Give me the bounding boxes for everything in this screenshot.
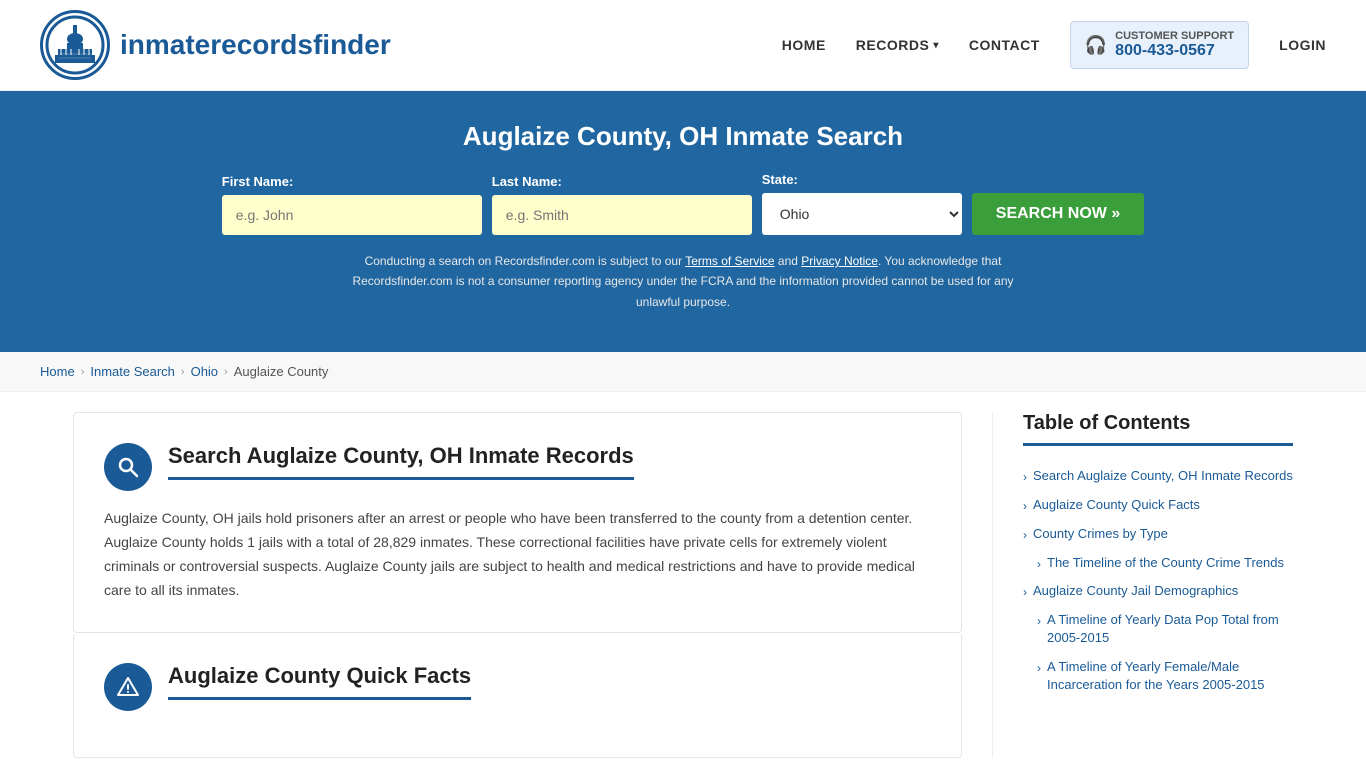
terms-link[interactable]: Terms of Service [685, 254, 774, 268]
section1-header: Search Auglaize County, OH Inmate Record… [104, 443, 931, 491]
toc-item-4[interactable]: › The Timeline of the County Crime Trend… [1023, 549, 1293, 578]
breadcrumb-home[interactable]: Home [40, 364, 75, 379]
toc-arrow-6: › [1037, 613, 1041, 630]
breadcrumb-ohio[interactable]: Ohio [191, 364, 218, 379]
section2-header: Auglaize County Quick Facts [104, 663, 931, 711]
hero-section: Auglaize County, OH Inmate Search First … [0, 91, 1366, 352]
toc-arrow-4: › [1037, 556, 1041, 573]
nav-contact[interactable]: CONTACT [969, 37, 1040, 53]
last-name-group: Last Name: [492, 174, 752, 235]
toc-arrow-2: › [1023, 498, 1027, 515]
headphone-icon: 🎧 [1085, 35, 1107, 56]
breadcrumb-sep-3: › [224, 366, 228, 378]
state-group: State: Ohio Alabama Alaska Arizona Calif… [762, 172, 962, 235]
search-form: First Name: Last Name: State: Ohio Alaba… [40, 172, 1326, 235]
logo-area: inmaterecordsfinder [40, 10, 391, 80]
privacy-link[interactable]: Privacy Notice [801, 254, 878, 268]
breadcrumb-sep-1: › [81, 366, 85, 378]
toc-item-7[interactable]: › A Timeline of Yearly Female/Male Incar… [1023, 653, 1293, 699]
nav-home[interactable]: HOME [782, 37, 826, 53]
section1-title-area: Search Auglaize County, OH Inmate Record… [168, 443, 634, 480]
toc-item-5-label: Auglaize County Jail Demographics [1033, 582, 1238, 600]
toc-item-1[interactable]: › Search Auglaize County, OH Inmate Reco… [1023, 462, 1293, 491]
search-button[interactable]: SEARCH NOW » [972, 193, 1144, 235]
search-section-icon [104, 443, 152, 491]
state-label: State: [762, 172, 962, 187]
site-header: inmaterecordsfinder HOME RECORDS ▾ CONTA… [0, 0, 1366, 91]
section-inmate-records: Search Auglaize County, OH Inmate Record… [73, 412, 962, 633]
breadcrumb-county: Auglaize County [234, 364, 329, 379]
toc-arrow-7: › [1037, 660, 1041, 677]
toc-item-3[interactable]: › County Crimes by Type [1023, 520, 1293, 549]
nav-records[interactable]: RECORDS ▾ [856, 37, 939, 53]
logo-text: inmaterecordsfinder [120, 29, 391, 61]
toc-item-4-label: The Timeline of the County Crime Trends [1047, 554, 1284, 572]
logo-icon [40, 10, 110, 80]
main-nav: HOME RECORDS ▾ CONTACT 🎧 CUSTOMER SUPPOR… [782, 21, 1326, 69]
section-quick-facts: Auglaize County Quick Facts [73, 633, 962, 758]
last-name-input[interactable] [492, 195, 752, 235]
nav-login[interactable]: LOGIN [1279, 37, 1326, 53]
breadcrumb-sep-2: › [181, 366, 185, 378]
chevron-down-icon: ▾ [933, 40, 939, 51]
content-left: Search Auglaize County, OH Inmate Record… [73, 412, 993, 758]
toc-item-1-label: Search Auglaize County, OH Inmate Record… [1033, 467, 1293, 485]
toc-item-2-label: Auglaize County Quick Facts [1033, 496, 1200, 514]
first-name-label: First Name: [222, 174, 482, 189]
last-name-label: Last Name: [492, 174, 752, 189]
toc-item-5[interactable]: › Auglaize County Jail Demographics [1023, 577, 1293, 606]
facts-section-icon [104, 663, 152, 711]
breadcrumb-inmate-search[interactable]: Inmate Search [90, 364, 175, 379]
toc-item-7-label: A Timeline of Yearly Female/Male Incarce… [1047, 658, 1293, 694]
customer-support-info: CUSTOMER SUPPORT 800-433-0567 [1115, 30, 1234, 60]
section2-title: Auglaize County Quick Facts [168, 663, 471, 700]
toc-item-3-label: County Crimes by Type [1033, 525, 1168, 543]
breadcrumb: Home › Inmate Search › Ohio › Auglaize C… [0, 352, 1366, 392]
hero-title: Auglaize County, OH Inmate Search [40, 121, 1326, 152]
toc-item-6[interactable]: › A Timeline of Yearly Data Pop Total fr… [1023, 606, 1293, 652]
section2-title-area: Auglaize County Quick Facts [168, 663, 471, 700]
state-select[interactable]: Ohio Alabama Alaska Arizona California F… [762, 193, 962, 235]
toc-title: Table of Contents [1023, 412, 1293, 446]
toc-arrow-5: › [1023, 584, 1027, 601]
section1-title: Search Auglaize County, OH Inmate Record… [168, 443, 634, 480]
toc-arrow-3: › [1023, 527, 1027, 544]
first-name-input[interactable] [222, 195, 482, 235]
customer-support-box: 🎧 CUSTOMER SUPPORT 800-433-0567 [1070, 21, 1249, 69]
main-content: Search Auglaize County, OH Inmate Record… [33, 392, 1333, 778]
toc-container: Table of Contents › Search Auglaize Coun… [1023, 412, 1293, 699]
section1-body: Auglaize County, OH jails hold prisoners… [104, 507, 931, 602]
first-name-group: First Name: [222, 174, 482, 235]
toc-item-6-label: A Timeline of Yearly Data Pop Total from… [1047, 611, 1293, 647]
content-right: Table of Contents › Search Auglaize Coun… [993, 412, 1293, 758]
hero-disclaimer: Conducting a search on Recordsfinder.com… [333, 251, 1033, 312]
toc-item-2[interactable]: › Auglaize County Quick Facts [1023, 491, 1293, 520]
toc-arrow-1: › [1023, 469, 1027, 486]
